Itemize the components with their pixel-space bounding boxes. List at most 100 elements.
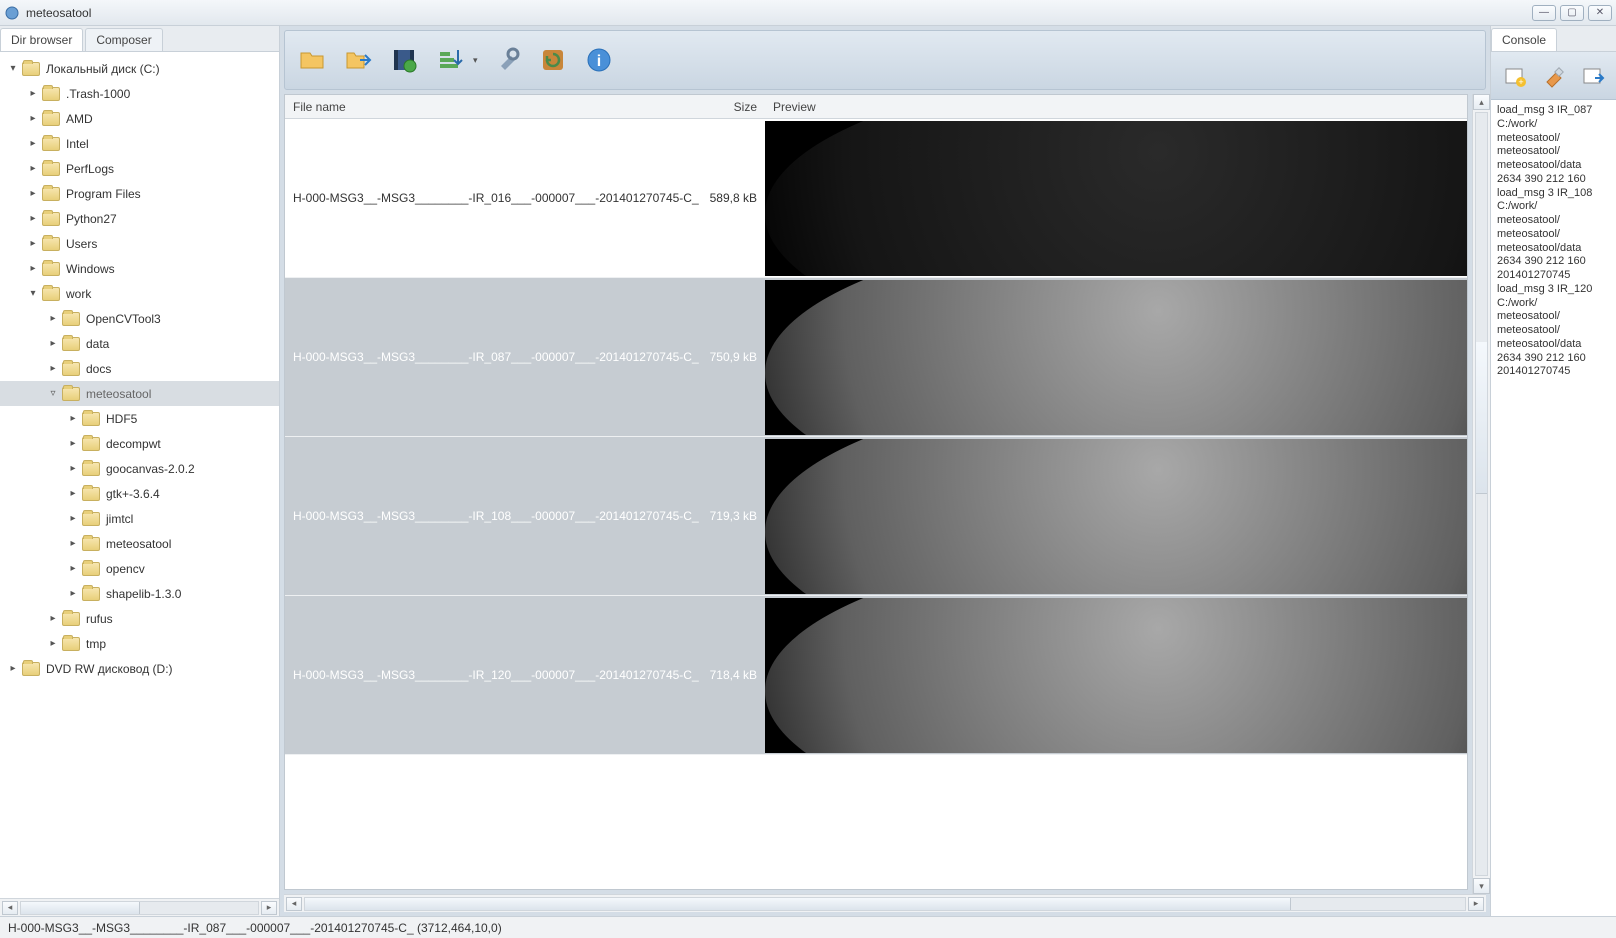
expander-icon[interactable]: ▸	[66, 412, 80, 426]
tree-item[interactable]: ▸docs	[0, 356, 279, 381]
col-filename[interactable]: File name	[285, 100, 705, 114]
expander-icon[interactable]: ▸	[26, 212, 40, 226]
tree-item[interactable]: ▸Users	[0, 231, 279, 256]
scroll-right-button[interactable]: ▸	[1468, 897, 1484, 911]
folder-icon	[42, 137, 60, 151]
col-preview[interactable]: Preview	[765, 100, 1467, 114]
expander-icon[interactable]: ▸	[26, 237, 40, 251]
expander-icon[interactable]: ▸	[66, 537, 80, 551]
expander-icon[interactable]: ▸	[46, 612, 60, 626]
preview-image	[765, 598, 1467, 753]
scroll-left-button[interactable]: ◂	[2, 901, 18, 915]
tree-label: opencv	[106, 562, 145, 576]
expander-icon[interactable]: ▸	[26, 87, 40, 101]
expander-icon[interactable]: ▾	[6, 62, 20, 76]
open-folder-button[interactable]	[295, 43, 329, 77]
expander-icon[interactable]: ▸	[26, 262, 40, 276]
tree-label: Windows	[66, 262, 115, 276]
tab-console[interactable]: Console	[1491, 28, 1557, 51]
expander-icon[interactable]: ▸	[46, 637, 60, 651]
scroll-thumb[interactable]	[21, 902, 140, 914]
expander-icon[interactable]: ▸	[26, 162, 40, 176]
window-title: meteosatool	[26, 6, 1532, 20]
tree-item[interactable]: ▸AMD	[0, 106, 279, 131]
file-preview	[765, 598, 1467, 753]
sort-dropdown-icon[interactable]: ▾	[473, 55, 478, 66]
minimize-button[interactable]: —	[1532, 5, 1556, 21]
scroll-track[interactable]	[20, 901, 259, 915]
expander-icon[interactable]: ▸	[26, 137, 40, 151]
expander-icon[interactable]: ▿	[46, 387, 60, 401]
expander-icon[interactable]: ▸	[26, 112, 40, 126]
scroll-track[interactable]	[304, 897, 1466, 911]
vscroll-track[interactable]	[1475, 112, 1488, 876]
center-hscroll[interactable]: ◂ ▸	[284, 894, 1486, 912]
expander-icon[interactable]: ▸	[66, 512, 80, 526]
close-button[interactable]: ✕	[1588, 5, 1612, 21]
file-row[interactable]: H-000-MSG3__-MSG3________-IR_108___-0000…	[285, 437, 1467, 596]
tab-dir-browser[interactable]: Dir browser	[0, 28, 83, 51]
scroll-left-button[interactable]: ◂	[286, 897, 302, 911]
tree-item[interactable]: ▿meteosatool	[0, 381, 279, 406]
tree-item[interactable]: ▸DVD RW дисковод (D:)	[0, 656, 279, 681]
tab-composer[interactable]: Composer	[85, 28, 162, 51]
tree-label: Python27	[66, 212, 117, 226]
expander-icon[interactable]: ▸	[46, 337, 60, 351]
file-row[interactable]: H-000-MSG3__-MSG3________-IR_120___-0000…	[285, 596, 1467, 755]
console-run-button[interactable]	[1578, 61, 1608, 91]
expander-icon[interactable]: ▸	[66, 587, 80, 601]
console-clear-button[interactable]	[1539, 61, 1569, 91]
expander-icon[interactable]: ▸	[66, 437, 80, 451]
expander-icon[interactable]: ▸	[26, 187, 40, 201]
tree-item[interactable]: ▸meteosatool	[0, 531, 279, 556]
expander-icon[interactable]: ▸	[46, 312, 60, 326]
scroll-up-button[interactable]: ▴	[1473, 94, 1490, 110]
console-new-button[interactable]: +	[1500, 61, 1530, 91]
tree-item[interactable]: ▸Intel	[0, 131, 279, 156]
center-vscroll[interactable]: ▴ ▾	[1472, 94, 1490, 894]
left-hscroll[interactable]: ◂ ▸	[0, 898, 279, 916]
recycle-button[interactable]	[536, 43, 570, 77]
file-row[interactable]: H-000-MSG3__-MSG3________-IR_016___-0000…	[285, 119, 1467, 278]
tree-item[interactable]: ▸Program Files	[0, 181, 279, 206]
expander-icon[interactable]: ▸	[66, 487, 80, 501]
tree-item[interactable]: ▸OpenCVTool3	[0, 306, 279, 331]
scroll-thumb[interactable]	[305, 898, 1291, 910]
tree-item[interactable]: ▾work	[0, 281, 279, 306]
tree-item[interactable]: ▸data	[0, 331, 279, 356]
sort-button[interactable]	[433, 43, 467, 77]
expander-icon[interactable]: ▸	[46, 362, 60, 376]
expander-icon[interactable]: ▸	[66, 562, 80, 576]
maximize-button[interactable]: ▢	[1560, 5, 1584, 21]
info-button[interactable]: i	[582, 43, 616, 77]
expander-icon[interactable]: ▸	[66, 462, 80, 476]
tree-item[interactable]: ▸ opencv	[0, 556, 279, 581]
tree-item[interactable]: ▸goocanvas-2.0.2	[0, 456, 279, 481]
file-row[interactable]: H-000-MSG3__-MSG3________-IR_087___-0000…	[285, 278, 1467, 437]
expander-icon[interactable]: ▾	[26, 287, 40, 301]
tree-item[interactable]: ▸PerfLogs	[0, 156, 279, 181]
tree-item[interactable]: ▸rufus	[0, 606, 279, 631]
tree-item[interactable]: ▸gtk+-3.6.4	[0, 481, 279, 506]
tree-item[interactable]: ▸ Windows	[0, 256, 279, 281]
folder-tree[interactable]: ▾Локальный диск (C:)▸.Trash-1000▸AMD▸Int…	[0, 52, 279, 898]
file-list[interactable]: H-000-MSG3__-MSG3________-IR_016___-0000…	[285, 119, 1467, 889]
tree-item[interactable]: ▸decompwt	[0, 431, 279, 456]
scroll-down-button[interactable]: ▾	[1473, 878, 1490, 894]
expander-icon[interactable]: ▸	[6, 662, 20, 676]
tree-item[interactable]: ▸ Python27	[0, 206, 279, 231]
tree-item[interactable]: ▸HDF5	[0, 406, 279, 431]
tree-item[interactable]: ▸.Trash-1000	[0, 81, 279, 106]
tree-item[interactable]: ▸jimtcl	[0, 506, 279, 531]
tree-item[interactable]: ▸ shapelib-1.3.0	[0, 581, 279, 606]
tools-button[interactable]	[490, 43, 524, 77]
folder-icon	[42, 287, 60, 301]
vscroll-thumb[interactable]	[1476, 342, 1487, 494]
scroll-right-button[interactable]: ▸	[261, 901, 277, 915]
folder-action-button[interactable]	[341, 43, 375, 77]
col-size[interactable]: Size	[705, 100, 765, 114]
tree-item[interactable]: ▾Локальный диск (C:)	[0, 56, 279, 81]
tree-label: shapelib-1.3.0	[106, 587, 181, 601]
film-button[interactable]	[387, 43, 421, 77]
tree-item[interactable]: ▸tmp	[0, 631, 279, 656]
